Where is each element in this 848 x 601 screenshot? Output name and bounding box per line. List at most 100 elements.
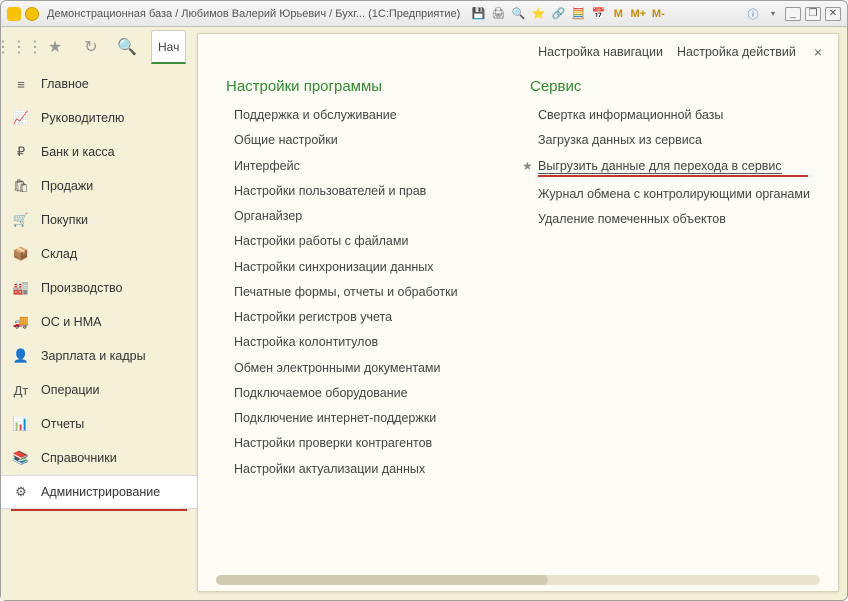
sidebar-item-label: Банк и касса xyxy=(41,145,115,159)
sidebar-item-покупки[interactable]: 🛒 Покупки xyxy=(1,203,197,237)
sidebar-item-главное[interactable]: ≡ Главное xyxy=(1,67,197,101)
m-button[interactable]: M xyxy=(610,6,626,22)
chart-icon: 📈 xyxy=(11,108,31,128)
favorite-icon[interactable]: ⭐ xyxy=(530,6,546,22)
settings-section-title: Настройки программы xyxy=(226,78,530,95)
window-minimize-button[interactable]: _ xyxy=(785,7,801,21)
sidebar-item-label: Операции xyxy=(41,383,99,397)
action-settings-link[interactable]: Настройка действий xyxy=(677,45,796,59)
settings-link[interactable]: Общие настройки xyxy=(234,132,530,148)
cart-icon: 🛒 xyxy=(11,210,31,230)
quick-bar: ⋮⋮⋮ ★ ↻ 🔍 Нач xyxy=(1,27,197,67)
settings-link[interactable]: Настройки работы с файлами xyxy=(234,233,530,249)
settings-link[interactable]: Настройки актуализации данных xyxy=(234,461,530,477)
window-title: Демонстрационная база / Любимов Валерий … xyxy=(47,8,460,20)
link-icon[interactable]: 🔗 xyxy=(550,6,566,22)
dropdown-icon[interactable]: ▾ xyxy=(765,6,781,22)
star-marker-icon: ★ xyxy=(522,159,533,175)
sidebar-item-справочники[interactable]: 📚 Справочники xyxy=(1,441,197,475)
info-icon[interactable]: ⓘ xyxy=(745,6,761,22)
settings-link[interactable]: Печатные формы, отчеты и обработки xyxy=(234,284,530,300)
report-icon: 📊 xyxy=(11,414,31,434)
sidebar-item-label: Зарплата и кадры xyxy=(41,349,146,363)
horizontal-scrollbar[interactable] xyxy=(216,575,820,585)
print-icon[interactable]: 🖨 xyxy=(490,6,506,22)
content-panel: Настройка навигации Настройка действий ×… xyxy=(197,33,839,592)
sidebar-item-зарплата-и-кадры[interactable]: 👤 Зарплата и кадры xyxy=(1,339,197,373)
gear-icon: ⚙ xyxy=(11,482,31,502)
window-maximize-button[interactable]: ❐ xyxy=(805,7,821,21)
nav-settings-link[interactable]: Настройка навигации xyxy=(538,45,663,59)
sidebar-item-администрирование[interactable]: ⚙ Администрирование xyxy=(1,475,197,509)
service-link-label: Выгрузить данные для перехода в сервис xyxy=(538,159,782,174)
preview-icon[interactable]: 🔍 xyxy=(510,6,526,22)
m-plus-button[interactable]: M+ xyxy=(630,6,646,22)
book-icon: 📚 xyxy=(11,448,31,468)
menu-icon: ≡ xyxy=(11,74,31,94)
settings-link[interactable]: Обмен электронными документами xyxy=(234,360,530,376)
sidebar-item-label: Главное xyxy=(41,77,89,91)
service-link[interactable]: Свертка информационной базы xyxy=(538,107,834,123)
settings-link[interactable]: Подключаемое оборудование xyxy=(234,385,530,401)
truck-icon: 🚚 xyxy=(11,312,31,332)
settings-link[interactable]: Поддержка и обслуживание xyxy=(234,107,530,123)
service-links: Свертка информационной базы Загрузка данн… xyxy=(530,107,834,227)
bag-icon: 🛍 xyxy=(11,176,31,196)
sidebar-item-склад[interactable]: 📦Склад xyxy=(1,237,197,271)
service-link[interactable]: Удаление помеченных объектов xyxy=(538,211,834,227)
factory-icon: 🏭 xyxy=(11,278,31,298)
app-logo-icon xyxy=(7,7,21,21)
settings-link[interactable]: Подключение интернет-поддержки xyxy=(234,410,530,426)
sidebar-nav: ≡ Главное 📈 Руководителю ₽ Банк и касса 🛍 Прода… xyxy=(1,67,197,600)
sidebar-item-label: Склад xyxy=(41,247,77,261)
sidebar-item-label: Руководителю xyxy=(41,111,124,125)
window-close-button[interactable]: ✕ xyxy=(825,7,841,21)
sidebar-item-label: Справочники xyxy=(41,451,117,465)
sidebar-item-руководителю[interactable]: 📈 Руководителю xyxy=(1,101,197,135)
ruble-icon: ₽ xyxy=(11,142,31,162)
sidebar-item-label: ОС и НМА xyxy=(41,315,101,329)
apps-grid-icon[interactable]: ⋮⋮⋮ xyxy=(1,29,37,65)
sidebar-item-производство[interactable]: 🏭 Производство xyxy=(1,271,197,305)
m-minus-button[interactable]: M- xyxy=(650,6,666,22)
sidebar-item-label: Производство xyxy=(41,281,123,295)
sidebar-item-ос-и-нма[interactable]: 🚚 ОС и НМА xyxy=(1,305,197,339)
calc-icon[interactable]: 🧮 xyxy=(570,6,586,22)
settings-links: Поддержка и обслуживание Общие настройки И… xyxy=(226,107,530,477)
app-menu-dropdown[interactable] xyxy=(25,7,39,21)
scrollbar-thumb[interactable] xyxy=(216,575,548,585)
settings-column: Настройки программы Поддержка и обслужив… xyxy=(226,78,530,569)
service-section-title: Сервис xyxy=(530,78,834,95)
settings-link[interactable]: Настройки синхронизации данных xyxy=(234,259,530,275)
service-link[interactable]: ★Выгрузить данные для перехода в сервис xyxy=(538,158,834,177)
tab-start[interactable]: Нач xyxy=(151,30,186,64)
sidebar-item-отчеты[interactable]: 📊 Отчеты xyxy=(1,407,197,441)
sidebar-item-label: Отчеты xyxy=(41,417,84,431)
settings-link[interactable]: Настройка колонтитулов xyxy=(234,334,530,350)
sidebar-item-продажи[interactable]: 🛍 Продажи xyxy=(1,169,197,203)
close-panel-button[interactable]: × xyxy=(810,44,826,60)
settings-link[interactable]: Настройки регистров учета xyxy=(234,309,530,325)
left-panel: ⋮⋮⋮ ★ ↻ 🔍 Нач ≡ Главное 📈 Руководителю ₽ Банк… xyxy=(1,27,197,600)
person-icon: 👤 xyxy=(11,346,31,366)
sidebar-item-label: Покупки xyxy=(41,213,88,227)
sidebar-active-underline xyxy=(11,509,187,511)
content-body: Настройки программы Поддержка и обслужив… xyxy=(198,70,838,569)
history-icon[interactable]: ↻ xyxy=(73,29,109,65)
calendar-icon[interactable]: 📅 xyxy=(590,6,606,22)
sidebar-item-label: Продажи xyxy=(41,179,93,193)
settings-link[interactable]: Настройки проверки контрагентов xyxy=(234,435,530,451)
service-column: Сервис Свертка информационной базы Загруз… xyxy=(530,78,834,569)
sidebar-item-операции[interactable]: ДтОперации xyxy=(1,373,197,407)
search-icon[interactable]: 🔍 xyxy=(109,29,145,65)
sidebar-item-label: Администрирование xyxy=(41,485,160,499)
settings-link[interactable]: Настройки пользователей и прав xyxy=(234,183,530,199)
settings-link[interactable]: Интерфейс xyxy=(234,158,530,174)
service-link[interactable]: Загрузка данных из сервиса xyxy=(538,132,834,148)
settings-link[interactable]: Органайзер xyxy=(234,208,530,224)
content-header: Настройка навигации Настройка действий × xyxy=(198,34,838,70)
star-icon[interactable]: ★ xyxy=(37,29,73,65)
sidebar-item-банк-и-касса[interactable]: ₽ Банк и касса xyxy=(1,135,197,169)
service-link[interactable]: Журнал обмена с контролирующими органами xyxy=(538,186,834,202)
save-icon[interactable]: 💾 xyxy=(470,6,486,22)
